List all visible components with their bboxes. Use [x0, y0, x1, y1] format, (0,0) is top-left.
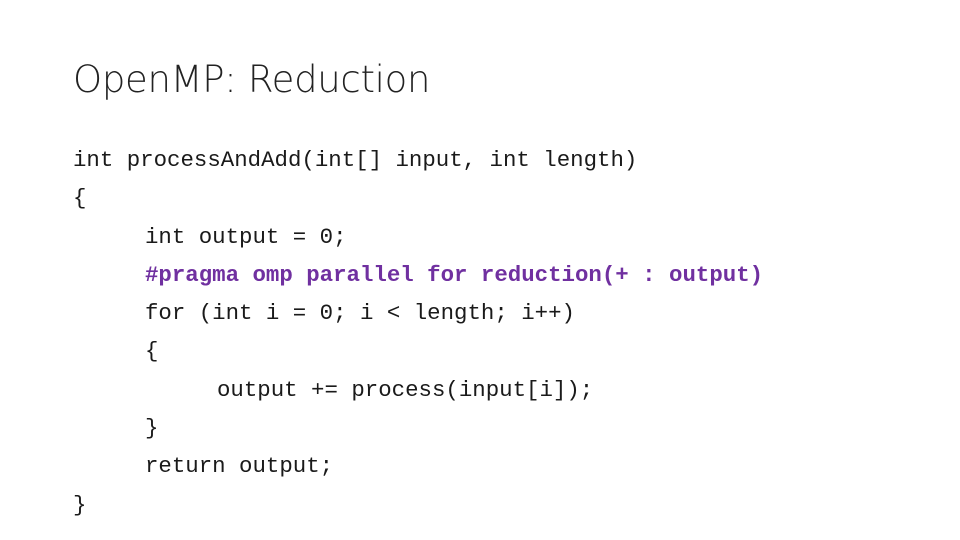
code-line-function-signature: int processAndAdd(int[] input, int lengt…: [73, 147, 638, 173]
code-line-close-brace: }: [73, 491, 87, 518]
code-line-loop-open-brace: {: [145, 338, 159, 365]
slide-title: OpenMP: Reduction: [73, 58, 431, 101]
code-line-loop-close-brace: }: [145, 415, 159, 442]
code-line-open-brace: {: [73, 185, 87, 212]
code-block: int processAndAdd(int[] input, int lengt…: [73, 141, 763, 524]
code-line-pragma-directive: #pragma omp parallel for reduction(+ : o…: [145, 261, 764, 288]
code-line-output-declaration: int output = 0;: [145, 223, 347, 250]
slide: OpenMP: Reduction int processAndAdd(int[…: [0, 0, 960, 540]
code-line-for-loop: for (int i = 0; i < length; i++): [145, 300, 575, 327]
code-line-loop-body: output += process(input[i]);: [217, 376, 594, 403]
code-line-return: return output;: [145, 453, 334, 480]
